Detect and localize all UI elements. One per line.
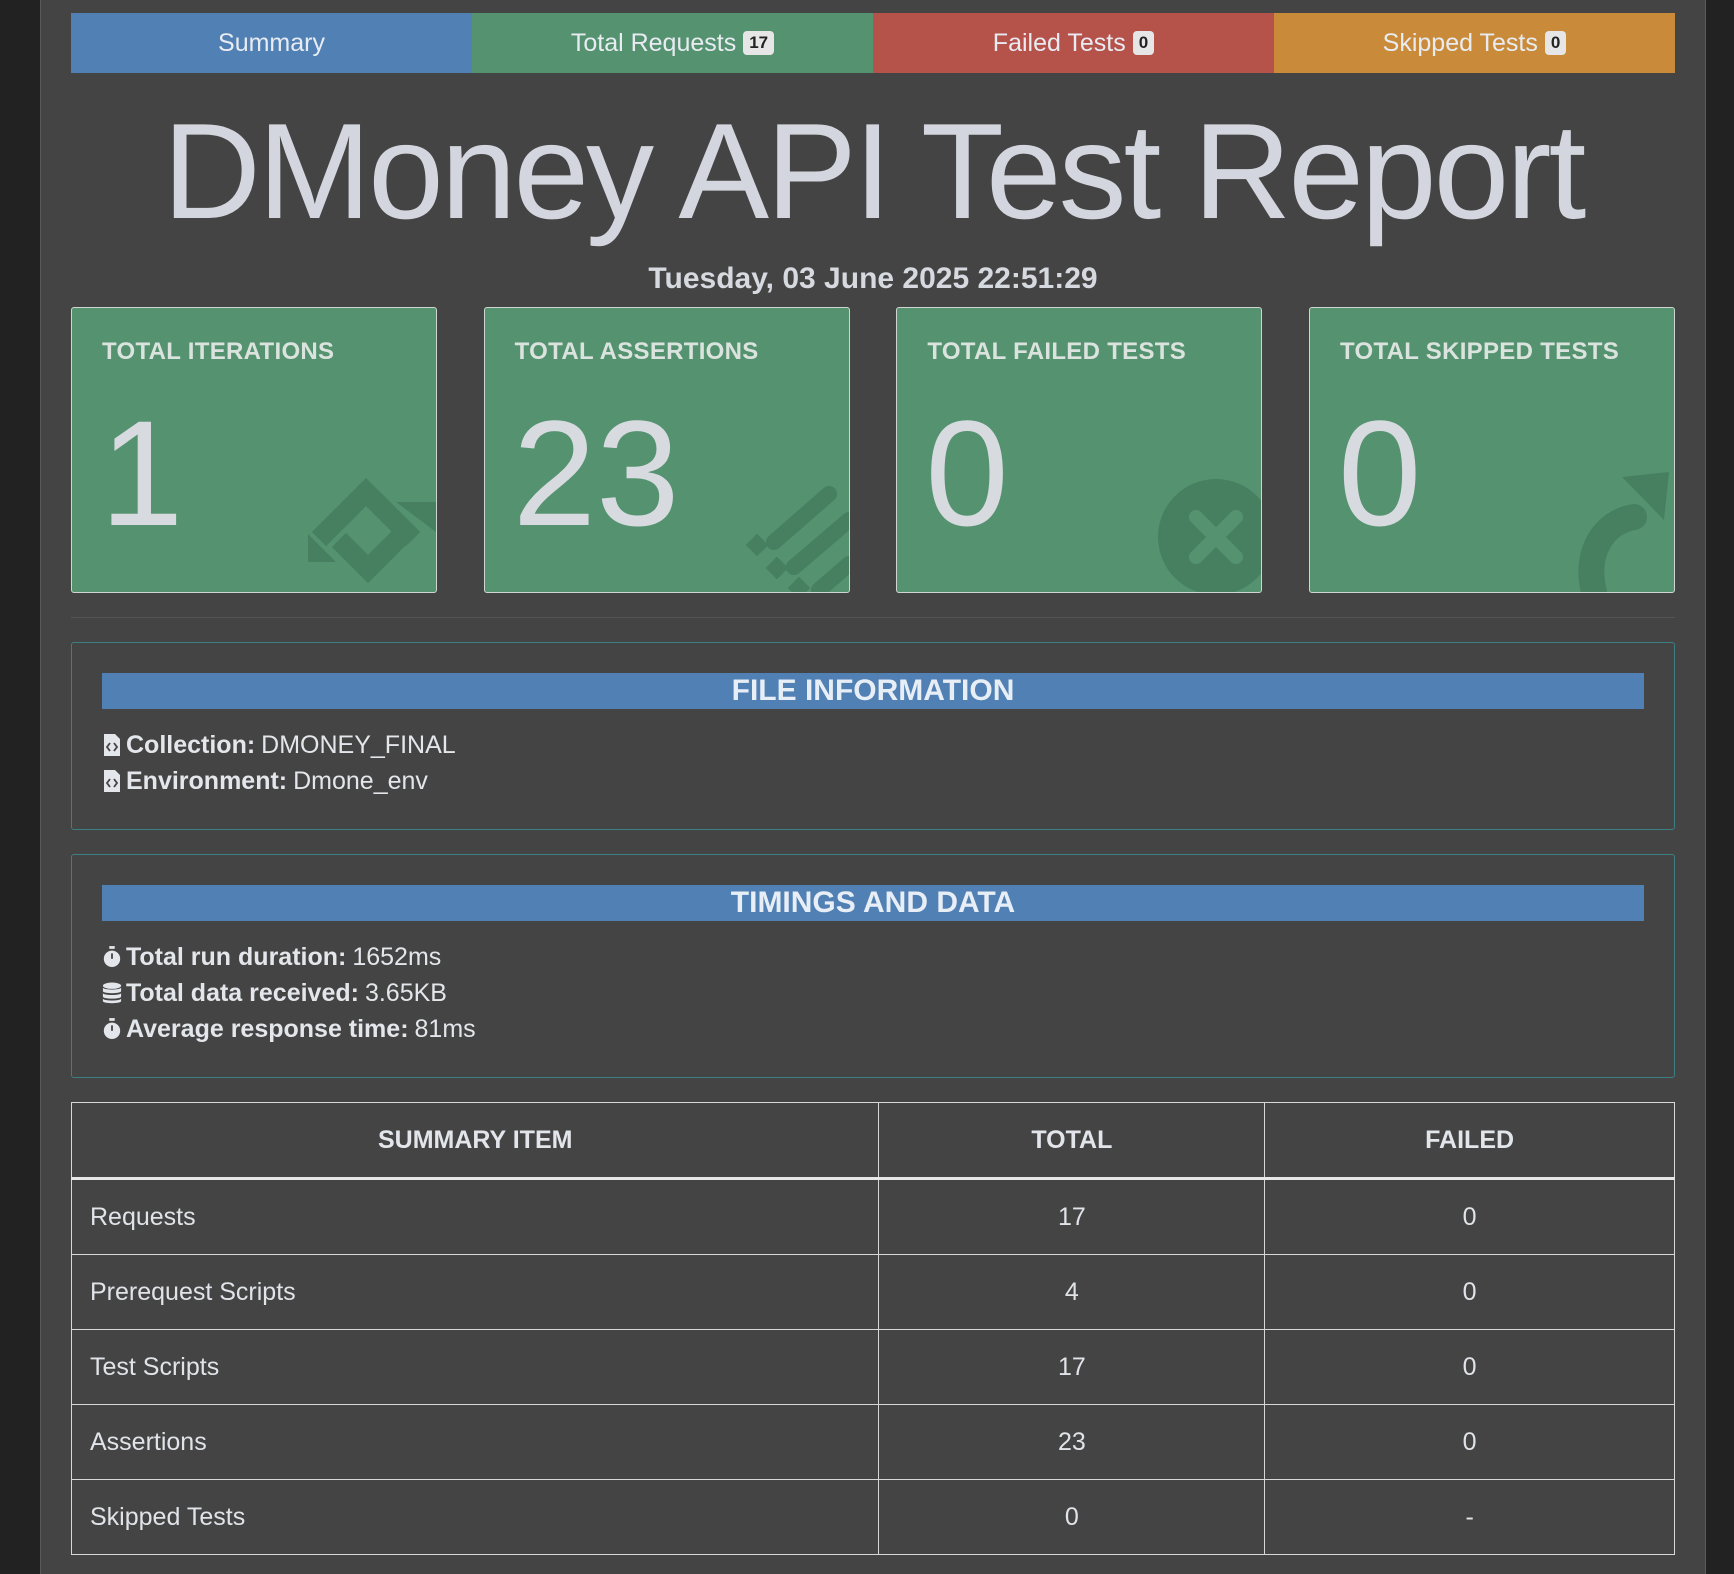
page-title: DMoney API Test Report <box>162 95 1587 247</box>
duration-value: 1652ms <box>352 943 442 971</box>
duration-row: Total run duration: 1652ms <box>102 939 1644 975</box>
tab-failed-tests-badge: 0 <box>1132 31 1155 55</box>
column-header-total: TOTAL <box>878 1102 1266 1180</box>
report-container: Summary Total Requests 17 Failed Tests 0… <box>70 13 1675 1555</box>
card-value: 0 <box>1337 389 1422 557</box>
duration-label: Total run duration: <box>126 943 347 971</box>
row-item: Requests <box>70 1178 880 1255</box>
table-row: Requests 17 0 <box>70 1178 1675 1255</box>
card-total-skipped-tests: TOTAL SKIPPED TESTS 0 <box>1308 307 1675 593</box>
row-failed: - <box>1264 1479 1675 1555</box>
collection-label: Collection: <box>126 731 256 759</box>
environment-value: Dmone_env <box>293 767 428 795</box>
row-total: 4 <box>878 1254 1266 1330</box>
data-received-label: Total data received: <box>126 979 359 1007</box>
card-label: TOTAL FAILED TESTS <box>927 338 1187 365</box>
data-received-value: 3.65KB <box>364 979 447 1007</box>
avg-response-label: Average response time: <box>126 1015 409 1043</box>
row-total: 23 <box>878 1404 1266 1480</box>
tab-summary[interactable]: Summary <box>71 13 472 73</box>
table-header-row: SUMMARY ITEM TOTAL FAILED <box>70 1102 1675 1180</box>
row-total: 17 <box>878 1329 1266 1405</box>
report-date: Tuesday, 03 June 2025 22:51:29 <box>648 262 1098 295</box>
file-code-icon <box>104 770 120 792</box>
column-header-summary-item: SUMMARY ITEM <box>70 1102 880 1180</box>
environment-label: Environment: <box>126 767 288 795</box>
file-information-heading: FILE INFORMATION <box>102 673 1644 709</box>
tab-skipped-tests-badge: 0 <box>1544 31 1567 55</box>
row-item: Skipped Tests <box>70 1479 880 1555</box>
tasks-icon <box>745 486 849 592</box>
tab-failed-tests-label: Failed Tests <box>992 28 1126 57</box>
row-failed: 0 <box>1264 1178 1675 1255</box>
data-received-row: Total data received: 3.65KB <box>102 975 1644 1011</box>
environment-row: Environment: Dmone_env <box>102 763 1644 799</box>
collection-value: DMONEY_FINAL <box>261 731 456 759</box>
table-row: Assertions 23 0 <box>70 1404 1675 1480</box>
tab-total-requests-badge: 17 <box>743 31 775 55</box>
tab-failed-tests[interactable]: Failed Tests 0 <box>873 13 1274 73</box>
row-failed: 0 <box>1264 1404 1675 1480</box>
table-row: Skipped Tests 0 - <box>70 1479 1675 1555</box>
tab-skipped-tests-label: Skipped Tests <box>1382 28 1538 57</box>
timings-heading: TIMINGS AND DATA <box>102 885 1644 921</box>
table-row: Test Scripts 17 0 <box>70 1329 1675 1405</box>
stopwatch-icon <box>103 946 121 967</box>
timings-panel: TIMINGS AND DATA Total run duration: 165… <box>71 854 1675 1078</box>
card-value: 1 <box>100 389 184 557</box>
file-information-panel: FILE INFORMATION Collection: DMONEY_FINA… <box>71 642 1675 830</box>
card-total-assertions: TOTAL ASSERTIONS 23 <box>483 307 850 593</box>
row-failed: 0 <box>1264 1329 1675 1405</box>
card-value: 0 <box>925 389 1009 557</box>
tab-bar: Summary Total Requests 17 Failed Tests 0… <box>71 13 1675 73</box>
row-total: 17 <box>878 1178 1266 1255</box>
report-page: Summary Total Requests 17 Failed Tests 0… <box>40 0 1706 1574</box>
card-total-iterations: TOTAL ITERATIONS 1 <box>71 307 437 593</box>
stopwatch-icon <box>103 1018 121 1039</box>
card-value: 23 <box>512 389 680 557</box>
card-label: TOTAL SKIPPED TESTS <box>1339 338 1620 365</box>
tab-total-requests-label: Total Requests <box>570 28 737 57</box>
file-code-icon <box>104 734 120 756</box>
tab-skipped-tests[interactable]: Skipped Tests 0 <box>1274 13 1675 73</box>
column-header-failed: FAILED <box>1264 1102 1675 1180</box>
tab-total-requests[interactable]: Total Requests 17 <box>472 13 873 73</box>
tab-summary-label: Summary <box>218 28 325 57</box>
avg-response-row: Average response time: 81ms <box>102 1011 1644 1047</box>
divider <box>71 617 1675 618</box>
summary-table: SUMMARY ITEM TOTAL FAILED Requests 17 0 … <box>70 1102 1675 1555</box>
stat-cards: TOTAL ITERATIONS 1 TOTAL ASSERTIONS 23 T… <box>71 307 1675 593</box>
card-label: TOTAL ITERATIONS <box>102 338 335 365</box>
database-icon <box>102 982 122 1004</box>
table-row: Prerequest Scripts 4 0 <box>70 1254 1675 1330</box>
collection-row: Collection: DMONEY_FINAL <box>102 727 1644 763</box>
avg-response-value: 81ms <box>414 1015 476 1043</box>
card-total-failed-tests: TOTAL FAILED TESTS 0 <box>896 307 1263 593</box>
row-item: Prerequest Scripts <box>70 1254 880 1330</box>
card-label: TOTAL ASSERTIONS <box>514 338 759 365</box>
times-circle-icon <box>1158 479 1262 592</box>
row-item: Test Scripts <box>70 1329 880 1405</box>
row-total: 0 <box>878 1479 1266 1555</box>
row-item: Assertions <box>70 1404 880 1480</box>
row-failed: 0 <box>1264 1254 1675 1330</box>
sync-icon <box>308 477 436 584</box>
share-arrow-icon <box>1578 472 1669 592</box>
